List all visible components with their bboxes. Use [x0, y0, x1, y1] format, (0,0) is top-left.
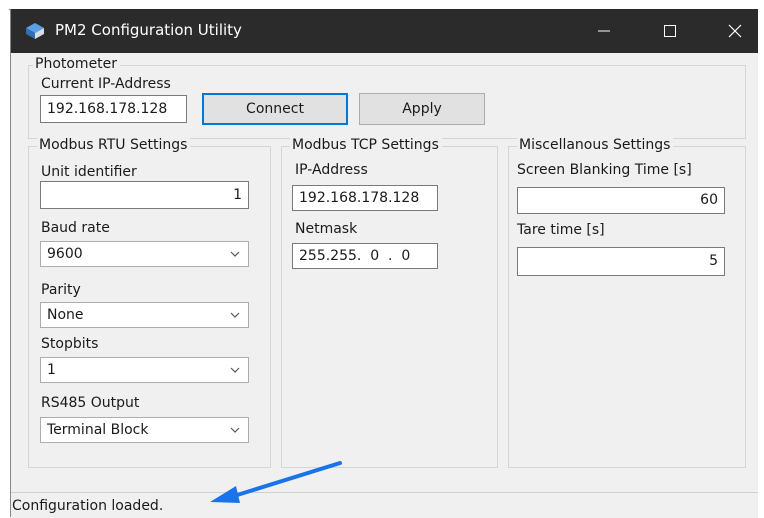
tare-time-label: Tare time [s]	[517, 222, 605, 238]
status-bar: Configuration loaded.	[11, 492, 758, 518]
photometer-legend: Photometer	[33, 56, 121, 72]
chevron-down-icon	[230, 312, 240, 318]
modbus-tcp-legend: Modbus TCP Settings	[290, 137, 442, 153]
close-button[interactable]	[712, 9, 758, 53]
close-icon	[728, 24, 742, 38]
window-title: PM2 Configuration Utility	[55, 21, 242, 39]
maximize-button[interactable]	[647, 9, 693, 53]
background-right-edge	[757, 9, 764, 517]
current-ip-field[interactable]: 192.168.178.128	[40, 95, 187, 123]
stopbits-label: Stopbits	[41, 336, 99, 352]
rs485-output-label: RS485 Output	[41, 395, 140, 411]
parity-label: Parity	[41, 282, 81, 298]
stopbits-value: 1	[47, 362, 56, 378]
title-bar[interactable]: PM2 Configuration Utility	[11, 9, 758, 53]
screen-blanking-field[interactable]: 60	[517, 187, 725, 214]
minimize-icon	[598, 30, 610, 32]
apply-button[interactable]: Apply	[359, 93, 485, 125]
stopbits-select[interactable]: 1	[40, 357, 249, 383]
screen-blanking-label: Screen Blanking Time [s]	[517, 162, 692, 178]
parity-select[interactable]: None	[40, 302, 249, 328]
chevron-down-icon	[230, 251, 240, 257]
app-logo-icon	[26, 23, 44, 39]
netmask-label: Netmask	[295, 221, 358, 237]
minimize-button[interactable]	[581, 9, 627, 53]
tcp-ip-address-label: IP-Address	[295, 162, 368, 178]
connect-button[interactable]: Connect	[202, 93, 348, 125]
baud-rate-select[interactable]: 9600	[40, 241, 249, 267]
modbus-rtu-legend: Modbus RTU Settings	[37, 137, 191, 153]
current-ip-label: Current IP-Address	[41, 76, 171, 92]
netmask-field[interactable]: 255.255. 0 . 0	[292, 243, 438, 269]
baud-rate-label: Baud rate	[41, 220, 110, 236]
tcp-ip-address-field[interactable]: 192.168.178.128	[292, 185, 438, 211]
tare-time-field[interactable]: 5	[517, 247, 725, 276]
unit-identifier-field[interactable]: 1	[40, 181, 249, 209]
chevron-down-icon	[230, 367, 240, 373]
unit-identifier-label: Unit identifier	[41, 164, 137, 180]
parity-value: None	[47, 307, 84, 323]
rs485-output-select[interactable]: Terminal Block	[40, 417, 249, 443]
maximize-icon	[664, 25, 676, 37]
baud-rate-value: 9600	[47, 246, 83, 262]
rs485-output-value: Terminal Block	[47, 422, 149, 438]
status-text: Configuration loaded.	[12, 498, 164, 514]
chevron-down-icon	[230, 427, 240, 433]
misc-settings-legend: Miscellanous Settings	[517, 137, 674, 153]
background-left-edge	[0, 0, 9, 517]
app-window: PM2 Configuration Utility Photometer Cur…	[10, 9, 758, 518]
